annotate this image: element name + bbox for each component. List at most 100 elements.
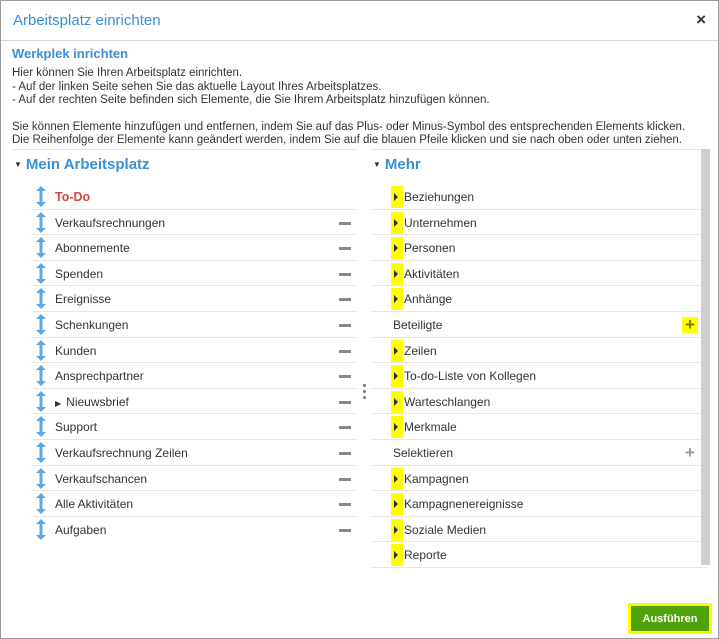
plus-icon[interactable]: + <box>682 444 698 461</box>
my-workspace-header[interactable]: ▼ Mein Arbeitsplatz <box>12 149 357 179</box>
expand-triangle-icon[interactable] <box>394 269 398 278</box>
reorder-arrows-icon[interactable] <box>35 211 47 233</box>
available-item[interactable]: Kampagnenereignisse <box>371 491 707 517</box>
workspace-item: Verkaufsrechnungen <box>31 210 357 236</box>
workspace-item-label: Ansprechpartner <box>55 369 144 383</box>
minus-icon[interactable] <box>339 221 351 225</box>
plus-icon[interactable]: + <box>682 316 698 333</box>
reorder-arrows-icon[interactable] <box>35 288 47 310</box>
expand-triangle-icon[interactable] <box>394 295 398 304</box>
my-workspace-list: To-Do Verkaufsrechnungen Abonnemente Spende… <box>12 184 357 542</box>
workspace-item: To-Do <box>31 184 357 210</box>
reorder-arrows-icon[interactable] <box>35 493 47 515</box>
caret-down-icon: ▼ <box>14 160 22 169</box>
more-header[interactable]: ▼ Mehr <box>371 149 707 179</box>
available-item-label: Anhänge <box>404 292 453 307</box>
workspace-item: Ansprechpartner <box>31 363 357 389</box>
available-item[interactable]: Reporte <box>371 542 707 568</box>
minus-icon[interactable] <box>339 400 351 404</box>
available-item-label: Merkmale <box>404 420 457 435</box>
reorder-arrows-icon[interactable] <box>35 186 47 207</box>
workspace-item: Spenden <box>31 261 357 287</box>
minus-icon[interactable] <box>339 247 351 251</box>
workspace-item-text: Aufgaben <box>55 522 107 537</box>
workspace-item-text: Nieuwsbrief <box>66 394 129 409</box>
reorder-arrows-icon[interactable] <box>35 390 47 412</box>
expand-triangle-icon[interactable] <box>394 346 398 355</box>
available-item[interactable]: Unternehmen <box>371 210 707 236</box>
available-item[interactable]: Soziale Medien <box>371 517 707 543</box>
minus-icon[interactable] <box>339 477 351 481</box>
workspace-item-label: Aufgaben <box>55 523 106 537</box>
workspace-item-label: Ereignisse <box>55 292 111 306</box>
available-item[interactable]: Zeilen <box>371 338 707 364</box>
scrollbar[interactable] <box>701 149 710 565</box>
reorder-arrows-icon[interactable] <box>35 467 47 489</box>
minus-icon[interactable] <box>339 298 351 302</box>
workspace-item-text: Support <box>55 420 98 435</box>
my-workspace-title: Mein Arbeitsplatz <box>25 156 150 173</box>
available-item[interactable]: Anhänge <box>371 286 707 312</box>
workspace-item-text: To-Do <box>55 190 91 204</box>
workspace-item: Abonnemente <box>31 235 357 261</box>
expand-triangle-icon[interactable] <box>394 244 398 253</box>
workspace-item-text: Abonnemente <box>55 241 130 256</box>
reorder-arrows-icon[interactable] <box>35 416 47 438</box>
available-item[interactable]: Warteschlangen <box>371 389 707 415</box>
available-item[interactable]: Selektieren + <box>371 440 707 466</box>
available-item-label: Personen <box>404 241 456 256</box>
workspace-item-text: Verkaufsrechnung Zeilen <box>55 445 188 460</box>
drag-handle-dots-icon[interactable] <box>363 384 367 400</box>
reorder-arrows-icon[interactable] <box>35 313 47 335</box>
minus-icon[interactable] <box>339 375 351 379</box>
available-item-label: Beteiligte <box>393 317 443 332</box>
expand-triangle-icon[interactable] <box>394 423 398 432</box>
reorder-arrows-icon[interactable] <box>35 365 47 387</box>
available-item[interactable]: Aktivitäten <box>371 261 707 287</box>
intro-text: Hier können Sie Ihren Arbeitsplatz einri… <box>12 67 702 148</box>
workspace-item: ▶ Nieuwsbrief <box>31 389 357 415</box>
available-item-label: To-do-Liste von Kollegen <box>404 369 537 384</box>
reorder-arrows-icon[interactable] <box>35 518 47 540</box>
intro-line: - Auf der linken Seite sehen Sie das akt… <box>12 80 382 93</box>
workspace-item-text: Spenden <box>55 266 104 281</box>
minus-icon[interactable] <box>339 349 351 353</box>
available-item[interactable]: To-do-Liste von Kollegen <box>371 363 707 389</box>
workspace-item: Support <box>31 414 357 440</box>
reorder-arrows-icon[interactable] <box>35 339 47 361</box>
expand-triangle-icon[interactable] <box>394 218 398 227</box>
available-item[interactable]: Beteiligte + <box>371 312 707 338</box>
expand-triangle-icon[interactable] <box>394 551 398 560</box>
workspace-item-label: ▶ Nieuwsbrief <box>55 395 129 409</box>
available-item-label: Beziehungen <box>404 190 475 204</box>
minus-icon[interactable] <box>339 528 351 532</box>
workspace-item-label: Abonnemente <box>55 241 130 255</box>
reorder-arrows-icon[interactable] <box>35 237 47 259</box>
minus-icon[interactable] <box>339 272 351 276</box>
run-button[interactable]: Ausführen <box>631 606 709 631</box>
workspace-item: Schenkungen <box>31 312 357 338</box>
expand-triangle-icon[interactable] <box>394 372 398 381</box>
minus-icon[interactable] <box>339 451 351 455</box>
expand-triangle-icon[interactable]: ▶ <box>55 399 61 408</box>
expand-triangle-icon[interactable] <box>394 193 398 201</box>
available-item[interactable]: Personen <box>371 235 707 261</box>
expand-triangle-icon[interactable] <box>394 500 398 509</box>
available-item[interactable]: Beziehungen <box>371 184 707 210</box>
minus-icon[interactable] <box>339 323 351 327</box>
minus-icon[interactable] <box>339 426 351 430</box>
expand-triangle-icon[interactable] <box>394 474 398 483</box>
workspace-item-text: Verkaufschancen <box>55 471 148 486</box>
available-item[interactable]: Kampagnen <box>371 466 707 492</box>
section-subtitle: Werkplek inrichten <box>12 46 129 61</box>
expand-triangle-icon[interactable] <box>394 397 398 406</box>
available-item-label: Kampagnen <box>404 471 469 486</box>
close-icon[interactable]: × <box>696 10 706 30</box>
expand-triangle-icon[interactable] <box>394 525 398 534</box>
minus-icon[interactable] <box>339 503 351 507</box>
reorder-arrows-icon[interactable] <box>35 262 47 284</box>
reorder-arrows-icon[interactable] <box>35 441 47 463</box>
available-item[interactable]: Merkmale <box>371 414 707 440</box>
available-item-label: Zeilen <box>404 343 437 358</box>
workspace-item-label: Support <box>55 420 97 434</box>
